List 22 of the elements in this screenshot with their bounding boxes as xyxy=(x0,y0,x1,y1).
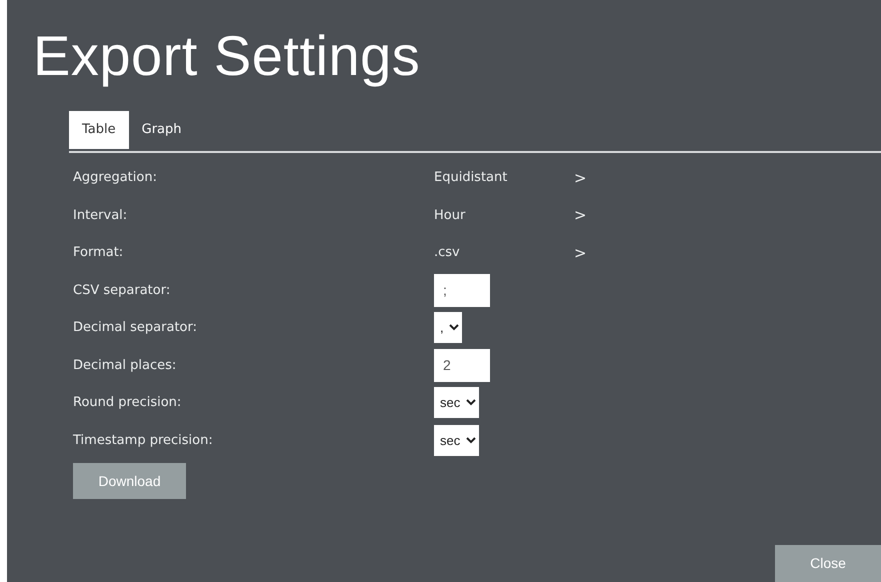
field-value[interactable]: Hour xyxy=(434,206,574,226)
dropdown[interactable]: sec xyxy=(434,387,479,418)
chevron-text[interactable]: > xyxy=(574,204,587,227)
dialog-title: Export Settings xyxy=(33,23,422,89)
input-field[interactable]: ; xyxy=(434,274,490,307)
field-label: Decimal places: xyxy=(73,356,178,375)
tab[interactable]: Graph xyxy=(128,111,195,150)
field-label: Format: xyxy=(73,244,124,262)
field-label: Decimal separator: xyxy=(73,319,198,338)
chevron-text[interactable]: > xyxy=(574,166,587,190)
field-label: Round precision: xyxy=(73,394,182,412)
dropdown[interactable]: , xyxy=(434,312,462,344)
tab[interactable]: Table xyxy=(69,111,129,150)
chevron-text[interactable]: > xyxy=(574,242,587,264)
field-value[interactable]: Equidistant xyxy=(434,168,574,188)
dropdown[interactable]: sec xyxy=(434,424,479,456)
field-value[interactable]: .csv xyxy=(434,243,574,263)
field-label: Interval: xyxy=(73,206,128,225)
input-field[interactable]: 2 xyxy=(434,348,490,382)
field-label: Timestamp precision: xyxy=(73,432,214,450)
field-label: CSV separator: xyxy=(73,282,172,300)
field-label: Aggregation: xyxy=(73,169,158,188)
